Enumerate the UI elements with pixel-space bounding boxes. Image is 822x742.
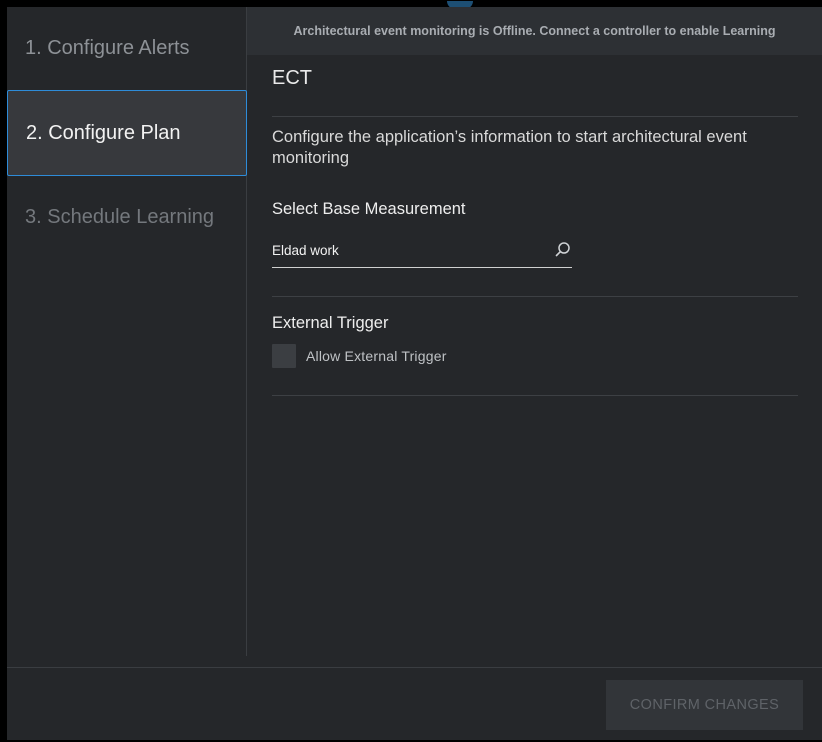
divider — [272, 296, 798, 297]
base-measurement-field — [272, 233, 572, 268]
allow-external-trigger-row[interactable]: Allow External Trigger — [272, 344, 447, 368]
offline-banner: Architectural event monitoring is Offlin… — [247, 7, 822, 55]
dialog-footer: CONFIRM CHANGES — [7, 667, 822, 741]
step-configure-plan[interactable]: 2. Configure Plan — [7, 90, 247, 176]
allow-external-trigger-checkbox[interactable] — [272, 344, 296, 368]
base-measurement-input[interactable] — [272, 239, 542, 261]
divider — [272, 395, 798, 396]
step-configure-alerts[interactable]: 1. Configure Alerts — [7, 7, 246, 91]
configuration-dialog: 1. Configure Alerts 2. Configure Plan 3.… — [7, 1, 822, 741]
step-schedule-learning[interactable]: 3. Schedule Learning — [7, 175, 246, 259]
page-title: ECT — [272, 67, 312, 89]
search-icon[interactable] — [554, 240, 572, 258]
steps-sidebar: 1. Configure Alerts 2. Configure Plan 3.… — [7, 7, 247, 656]
confirm-changes-button[interactable]: CONFIRM CHANGES — [606, 680, 803, 730]
external-trigger-label: External Trigger — [272, 314, 389, 332]
base-measurement-label: Select Base Measurement — [272, 200, 466, 218]
allow-external-trigger-label: Allow External Trigger — [306, 348, 447, 364]
divider — [272, 116, 798, 117]
form-description: Configure the application’s information … — [272, 128, 747, 167]
